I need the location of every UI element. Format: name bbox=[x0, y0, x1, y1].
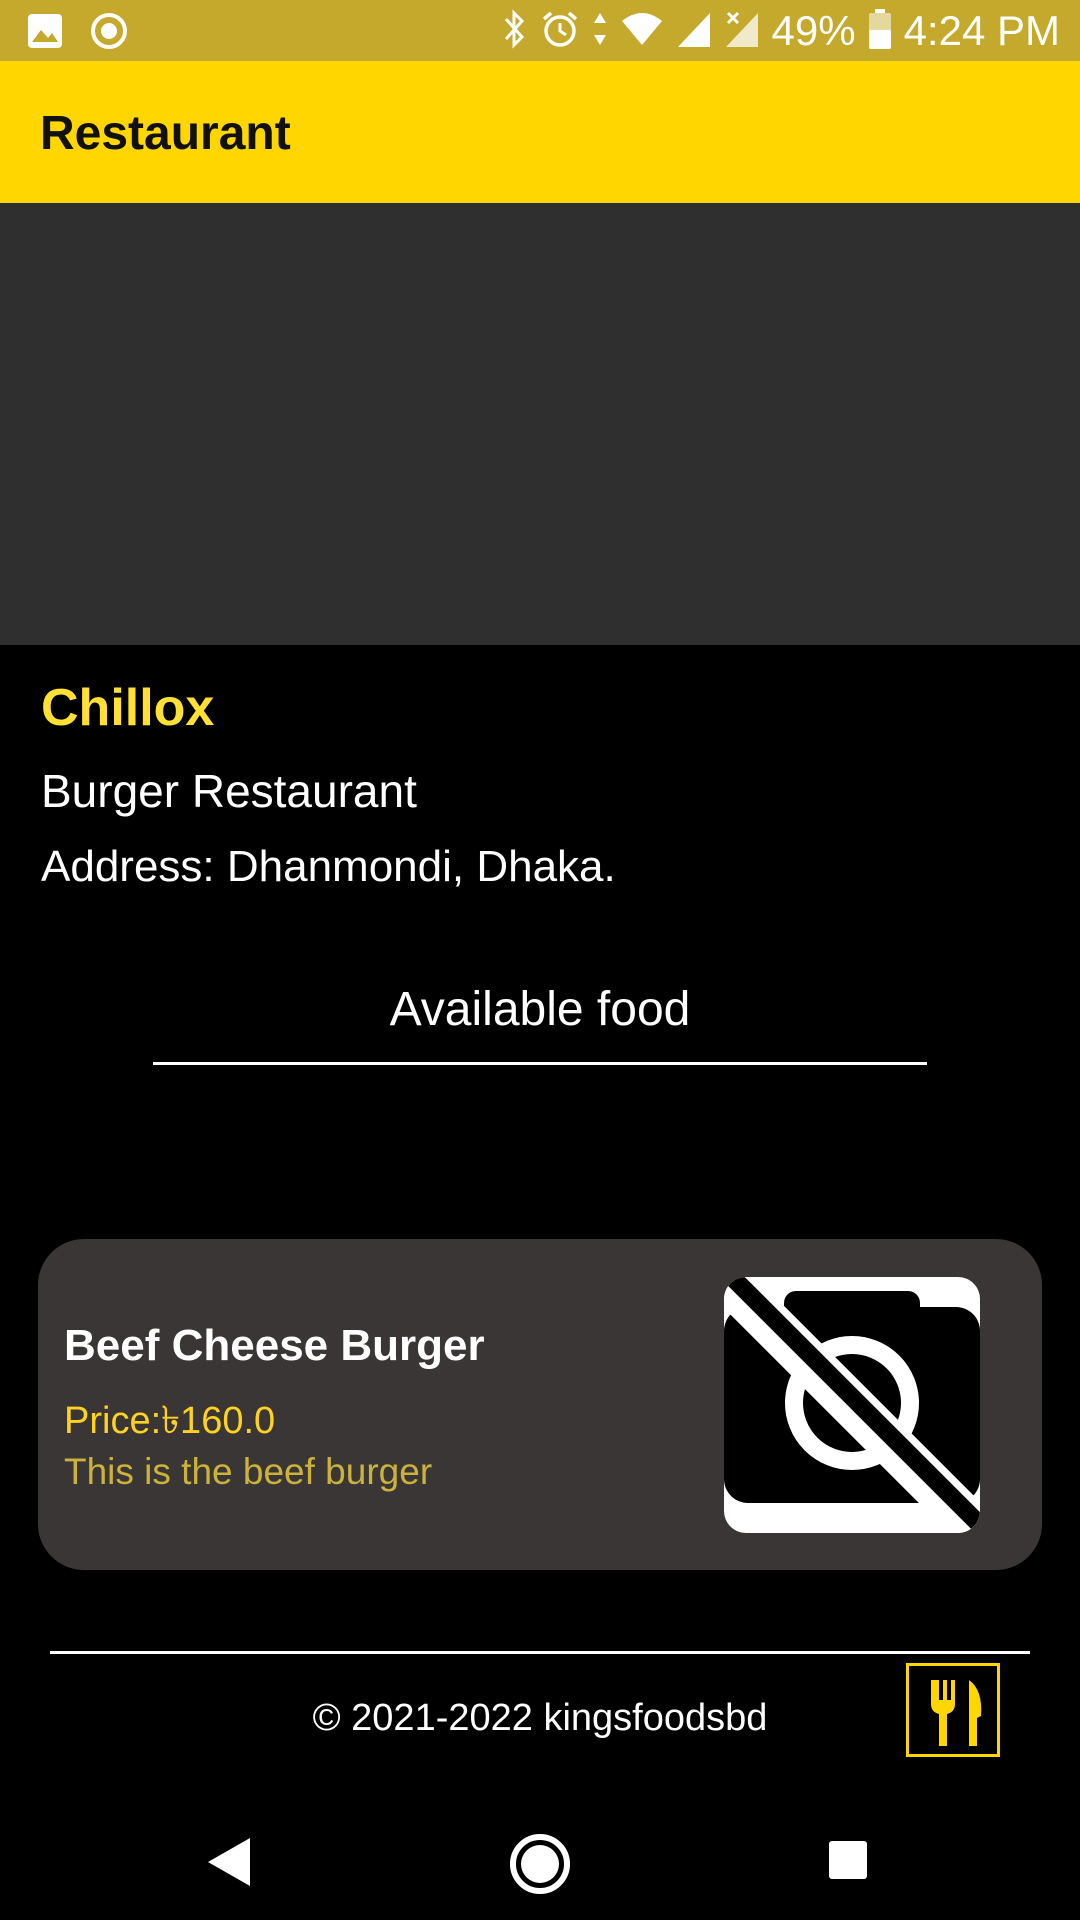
wifi-icon bbox=[620, 9, 664, 54]
bluetooth-icon bbox=[502, 8, 528, 54]
food-name: Beef Cheese Burger bbox=[64, 1321, 485, 1370]
section-divider bbox=[153, 1062, 927, 1065]
battery-icon bbox=[868, 8, 892, 55]
clock: 4:24 PM bbox=[903, 7, 1060, 54]
food-card[interactable]: Beef Cheese Burger Price:৳160.0 This is … bbox=[38, 1239, 1042, 1570]
navigation-bar bbox=[0, 1800, 1080, 1920]
food-price: Price:৳160.0 bbox=[64, 1400, 276, 1442]
signal-icon bbox=[676, 9, 712, 54]
restaurant-name: Chillox bbox=[41, 679, 215, 737]
image-icon bbox=[26, 12, 64, 55]
food-description: This is the beef burger bbox=[64, 1451, 433, 1492]
restaurant-address: Address: Dhanmondi, Dhaka. bbox=[41, 842, 616, 891]
signal-no-data-icon bbox=[724, 9, 760, 54]
no-photo-icon bbox=[724, 1277, 980, 1533]
record-icon bbox=[90, 12, 128, 55]
alarm-icon bbox=[540, 9, 580, 54]
data-arrows-icon bbox=[592, 9, 608, 54]
app-bar: Restaurant bbox=[0, 61, 1080, 203]
restaurant-type: Burger Restaurant bbox=[41, 765, 417, 817]
status-bar: 49% 4:24 PM bbox=[0, 0, 1080, 61]
page-title: Restaurant bbox=[40, 107, 291, 160]
home-icon[interactable] bbox=[508, 1832, 570, 1894]
section-title: Available food bbox=[389, 983, 691, 1036]
battery-percent: 49% bbox=[771, 7, 856, 54]
back-icon[interactable] bbox=[200, 1832, 260, 1892]
recents-icon[interactable] bbox=[826, 1838, 886, 1898]
fork-knife-icon bbox=[906, 1663, 1000, 1757]
restaurant-banner bbox=[0, 203, 1080, 645]
footer-divider bbox=[50, 1651, 1030, 1654]
